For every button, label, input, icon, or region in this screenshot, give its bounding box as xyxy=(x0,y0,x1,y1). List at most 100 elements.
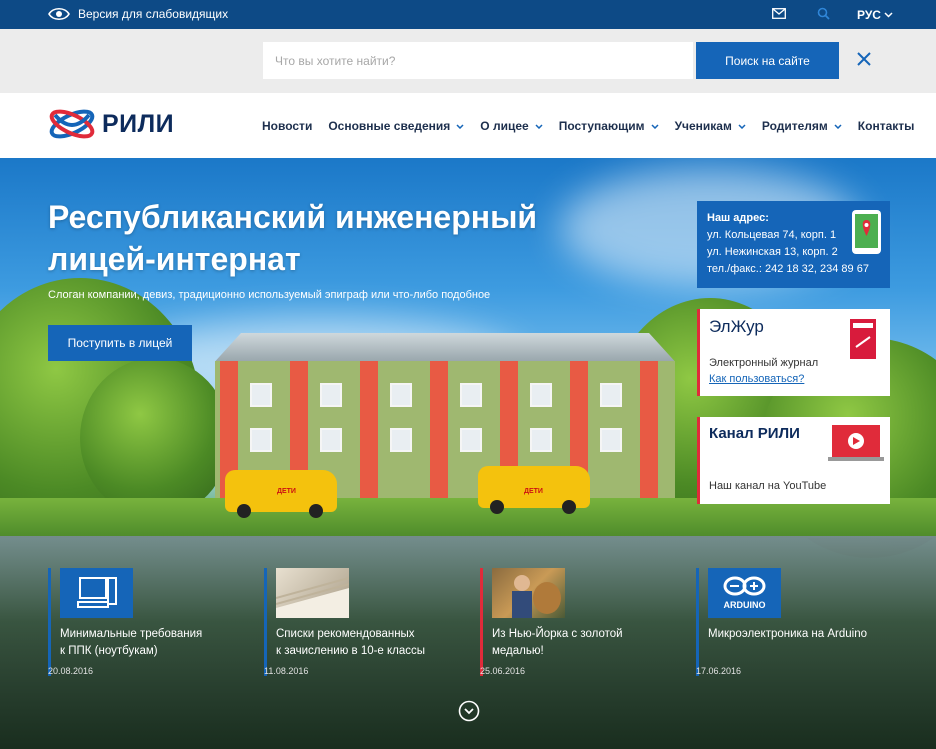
nav-item-parents[interactable]: Родителям xyxy=(762,119,842,133)
news-accent-bar xyxy=(480,568,483,676)
building-roof xyxy=(215,333,675,361)
news-item[interactable]: Из Нью-Йорка с золотой медалью! 25.06.201… xyxy=(480,568,670,678)
news-thumbnail xyxy=(275,568,350,618)
building-window xyxy=(600,428,622,452)
computer-icon xyxy=(77,577,117,608)
news-thumbnail xyxy=(60,568,133,618)
chevron-down-icon xyxy=(535,123,543,129)
chevron-down-icon xyxy=(738,123,746,129)
news-title: Из Нью-Йорка с золотой медалью! xyxy=(492,628,623,657)
bus-wheel xyxy=(309,504,323,518)
journal-book-icon xyxy=(850,319,876,359)
eye-icon xyxy=(48,7,70,21)
building-window xyxy=(250,428,272,452)
nav-label: Ученикам xyxy=(674,119,732,133)
nav-item-basic-info[interactable]: Основные сведения xyxy=(328,119,464,133)
nav-item-news[interactable]: Новости xyxy=(262,119,312,133)
accessibility-link[interactable]: Версия для слабовидящих xyxy=(48,7,228,21)
lawn xyxy=(0,498,936,538)
top-bar: Версия для слабовидящих РУС xyxy=(0,0,936,29)
address-phone: тел./факс.: 242 18 32, 234 89 67 xyxy=(707,263,869,275)
building-window xyxy=(390,428,412,452)
nav-item-students[interactable]: Ученикам xyxy=(675,119,746,133)
student-photo-icon xyxy=(512,575,561,618)
nav-label: О лицее xyxy=(480,119,529,133)
hero-banner: ДЕТИ ДЕТИ Республиканский инженерный лиц… xyxy=(0,158,936,749)
map-phone-icon xyxy=(852,210,881,254)
bus-label: ДЕТИ xyxy=(524,488,543,495)
arduino-label: ARDUINO xyxy=(724,600,766,610)
main-nav: Новости Основные сведения О лицее Поступ… xyxy=(262,119,914,133)
building-window xyxy=(320,428,342,452)
nav-item-contacts[interactable]: Контакты xyxy=(858,119,915,133)
news-title: Списки рекомендованных к зачислению в 10-… xyxy=(276,628,426,657)
bus-wheel xyxy=(237,504,251,518)
mail-icon[interactable] xyxy=(772,8,786,19)
building-window xyxy=(600,383,622,407)
eljur-card[interactable]: ЭлЖур Электронный журнал Как пользоватьс… xyxy=(697,309,890,396)
close-icon[interactable] xyxy=(857,52,871,66)
search-panel: Поиск на сайте xyxy=(0,29,936,93)
video-play-icon xyxy=(828,425,884,461)
building-window xyxy=(250,383,272,407)
news-item[interactable]: ARDUINO Микроэлектроника на Arduino 17.0… xyxy=(696,568,886,678)
accessibility-label: Версия для слабовидящих xyxy=(78,7,229,21)
documents-stack-icon xyxy=(275,577,350,618)
site-header: РИЛИ Новости Основные сведения О лицее П… xyxy=(0,93,936,158)
site-logo[interactable]: РИЛИ xyxy=(47,103,174,145)
chevron-down-icon xyxy=(884,12,893,18)
search-button[interactable]: Поиск на сайте xyxy=(696,42,839,79)
nav-item-applicants[interactable]: Поступающим xyxy=(559,119,659,133)
chevron-down-icon xyxy=(834,123,842,129)
news-thumbnail xyxy=(492,568,565,618)
building-pillar xyxy=(430,361,448,508)
nav-label: Основные сведения xyxy=(328,119,451,133)
address-box: Наш адрес: ул. Кольцевая 74, корп. 1 ул.… xyxy=(697,201,890,288)
news-title: Минимальные требования к ППК (ноутбукам) xyxy=(60,628,203,657)
chevron-down-icon xyxy=(456,123,464,129)
news-accent-bar xyxy=(48,568,51,676)
news-date: 11.08.2016 xyxy=(264,666,309,676)
news-date: 25.06.2016 xyxy=(480,666,526,676)
logo-text: РИЛИ xyxy=(102,109,175,138)
news-accent-bar xyxy=(264,568,267,676)
language-selector[interactable]: РУС xyxy=(857,8,893,22)
nav-label: Родителям xyxy=(761,119,828,133)
bus-wheel xyxy=(490,500,504,514)
scroll-down-icon[interactable] xyxy=(458,700,480,722)
atom-logo-icon xyxy=(49,109,95,139)
arduino-logo-icon: ARDUINO xyxy=(723,576,766,610)
building-window xyxy=(530,428,552,452)
youtube-channel-card[interactable]: Канал РИЛИ Наш канал на YouTube xyxy=(697,417,890,504)
school-bus-left: ДЕТИ xyxy=(225,470,337,518)
hero-title: Республиканский инженерный лицей-интерна… xyxy=(48,196,588,280)
chevron-down-icon xyxy=(651,123,659,129)
search-input[interactable] xyxy=(263,42,693,79)
nav-label: Новости xyxy=(262,119,313,133)
news-date: 20.08.2016 xyxy=(48,666,94,676)
news-title: Микроэлектроника на Arduino xyxy=(708,628,867,640)
hero-slogan: Слоган компании, девиз, традиционно испо… xyxy=(48,289,491,301)
news-thumbnail: ARDUINO xyxy=(708,568,781,618)
nav-item-about[interactable]: О лицее xyxy=(480,119,543,133)
hero-title-line1: Республиканский инженерный xyxy=(48,199,538,235)
apply-button[interactable]: Поступить в лицей xyxy=(48,325,192,361)
building-window xyxy=(460,428,482,452)
language-label: РУС xyxy=(857,8,881,22)
news-item[interactable]: Списки рекомендованных к зачислению в 10-… xyxy=(264,568,454,678)
nav-label: Поступающим xyxy=(558,119,645,133)
building-pillar xyxy=(640,361,658,508)
building-window xyxy=(460,383,482,407)
bus-label: ДЕТИ xyxy=(277,488,296,495)
bus-wheel xyxy=(562,500,576,514)
news-accent-bar xyxy=(696,568,699,676)
search-icon[interactable] xyxy=(817,7,830,20)
building-window xyxy=(320,383,342,407)
eljur-howto-link[interactable]: Как пользоваться? xyxy=(709,373,804,385)
school-bus-right: ДЕТИ xyxy=(478,466,590,514)
channel-subtitle: Наш канал на YouTube xyxy=(709,480,827,492)
hero-title-line2: лицей-интернат xyxy=(48,241,301,277)
news-item[interactable]: Минимальные требования к ППК (ноутбукам) … xyxy=(48,568,238,678)
building-pillar xyxy=(360,361,378,508)
building-window xyxy=(530,383,552,407)
